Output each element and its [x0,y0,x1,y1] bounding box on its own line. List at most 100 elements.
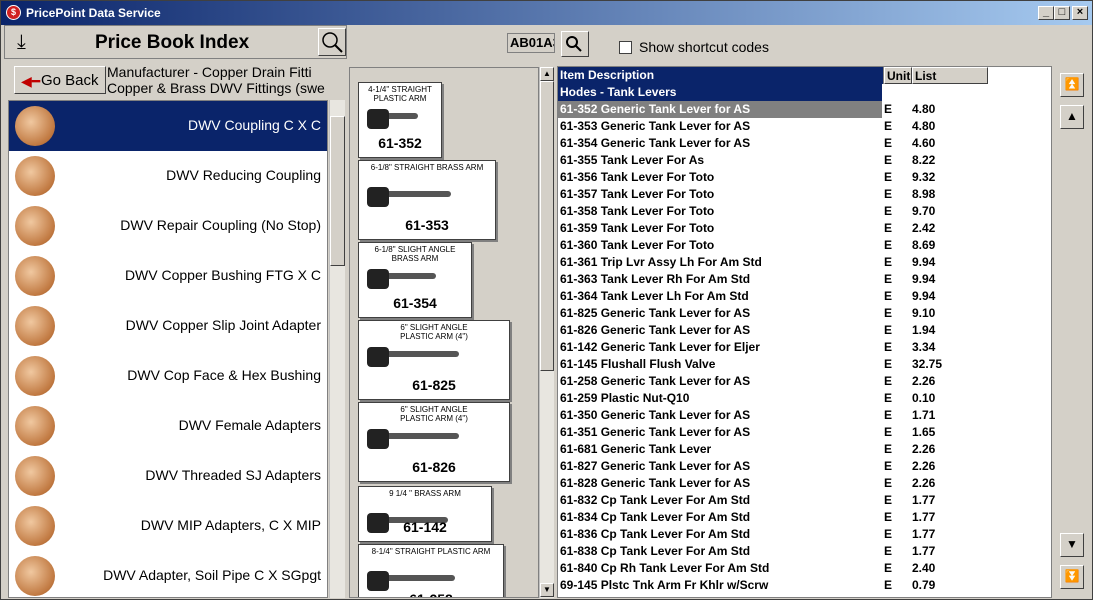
item-description: 61-356 Tank Lever For Toto [560,170,715,184]
item-list-price: 2.26 [912,374,936,388]
search-button[interactable] [561,31,589,57]
item-list-price: 2.26 [912,476,936,490]
item-list-price: 0.10 [912,391,936,405]
show-shortcut-checkbox[interactable] [619,41,632,54]
close-button[interactable]: × [1072,6,1088,20]
tank-lever-image[interactable]: 6-1/8" STRAIGHT BRASS ARM 61-353 [358,160,496,240]
category-item[interactable]: DWV Reducing Coupling [9,151,327,201]
category-scroll-thumb[interactable] [330,116,345,266]
image-scroll-down-arrow[interactable]: ▼ [540,583,554,597]
category-item[interactable]: DWV Copper Bushing FTG X C [9,251,327,301]
category-scrollbar[interactable] [329,100,345,598]
table-row[interactable]: 61-355 Tank Lever For As E 8.22 [558,152,1051,169]
maximize-button[interactable]: □ [1054,6,1070,20]
lever-handle-graphic [367,187,389,207]
table-row[interactable]: 69-145 Plstc Tnk Arm Fr Khlr w/Scrw E 0.79 [558,577,1051,594]
table-row[interactable]: 61-825 Generic Tank Lever for AS E 9.10 [558,305,1051,322]
table-row[interactable]: 61-354 Generic Tank Lever for AS E 4.60 [558,135,1051,152]
table-row[interactable]: 61-350 Generic Tank Lever for AS E 1.71 [558,407,1051,424]
category-item[interactable]: DWV Threaded SJ Adapters [9,451,327,501]
table-row[interactable]: 61-351 Generic Tank Lever for AS E 1.65 [558,424,1051,441]
table-row[interactable]: 61-145 Flushall Flush Valve E 32.75 [558,356,1051,373]
fitting-thumbnail [15,156,55,196]
tank-lever-image[interactable]: 6" SLIGHT ANGLE PLASTIC ARM (4") 61-825 [358,320,510,400]
table-row[interactable]: 61-142 Generic Tank Lever for Eljer E 3.34 [558,339,1051,356]
tank-lever-image[interactable]: 8-1/4" STRAIGHT PLASTIC ARM 61-258 [358,544,504,597]
table-row[interactable]: 61-826 Generic Tank Lever for AS E 1.94 [558,322,1051,339]
item-description: 61-681 Generic Tank Lever [560,442,712,456]
table-row[interactable]: 61-259 Plastic Nut-Q10 E 0.10 [558,390,1051,407]
table-row[interactable]: 61-356 Tank Lever For Toto E 9.32 [558,169,1051,186]
image-caption: 6-1/8" SLIGHT ANGLE BRASS ARM [374,245,456,263]
category-item[interactable]: DWV Female Adapters [9,401,327,451]
table-row[interactable]: 61-364 Tank Lever Lh For Am Std E 9.94 [558,288,1051,305]
table-row[interactable]: 61-681 Generic Tank Lever E 2.26 [558,441,1051,458]
category-item[interactable]: DWV Cop Face & Hex Bushing [9,351,327,401]
last-page-button[interactable]: ⏬ [1060,565,1084,589]
first-page-button[interactable]: ⏫ [1060,73,1084,97]
table-row[interactable]: 61-834 Cp Tank Lever For Am Std E 1.77 [558,509,1051,526]
item-unit: E [884,374,893,388]
minimize-button[interactable]: _ [1038,6,1054,20]
lever-handle-graphic [367,571,389,591]
table-row[interactable]: 61-353 Generic Tank Lever for AS E 4.80 [558,118,1051,135]
tank-lever-image[interactable]: 9 1/4 " BRASS ARM 61-142 [358,486,492,542]
zoom-button[interactable] [318,28,346,56]
image-scroll-thumb[interactable] [540,81,554,371]
part-number: 61-826 [412,459,456,475]
tank-lever-image[interactable]: 6-1/8" SLIGHT ANGLE BRASS ARM 61-354 [358,242,472,318]
image-scrollbar[interactable]: ▲ ▼ [539,67,554,598]
table-row[interactable]: 61-838 Cp Tank Lever For Am Std E 1.77 [558,543,1051,560]
item-unit: E [884,102,893,116]
item-unit: E [884,255,893,269]
category-item[interactable]: DWV Copper Slip Joint Adapter [9,301,327,351]
category-item[interactable]: DWV Coupling C X C [9,101,327,151]
tank-lever-image[interactable]: 6" SLIGHT ANGLE PLASTIC ARM (4") 61-826 [358,402,510,482]
title-bar: $ PricePoint Data Service _ □ × [1,1,1092,25]
item-list-price: 2.26 [912,459,936,473]
part-number: 61-825 [412,377,456,393]
item-list-price: 1.94 [912,323,936,337]
tank-lever-image[interactable]: 4-1/4" STRAIGHT PLASTIC ARM 61-352 [358,82,442,158]
column-header-unit[interactable]: Unit [884,67,912,84]
column-header-description[interactable]: Item Description [558,67,884,84]
item-description: 61-828 Generic Tank Lever for AS [560,476,751,490]
item-unit: E [884,476,893,490]
down-arrow-icon[interactable]: ⤓ [17,31,26,54]
column-header-list[interactable]: List [912,67,988,84]
table-row[interactable]: 61-359 Tank Lever For Toto E 2.42 [558,220,1051,237]
item-description: 61-840 Cp Rh Tank Lever For Am Std [560,561,770,575]
item-unit: E [884,170,893,184]
table-row[interactable]: 61-828 Generic Tank Lever for AS E 2.26 [558,475,1051,492]
go-back-button[interactable]: ◀━ Go Back [14,66,106,94]
image-scroll-up-arrow[interactable]: ▲ [540,67,554,81]
table-row[interactable]: 61-361 Trip Lvr Assy Lh For Am Std E 9.94 [558,254,1051,271]
item-unit: E [884,136,893,150]
image-caption: 4-1/4" STRAIGHT PLASTIC ARM [368,85,432,103]
table-row[interactable]: 61-836 Cp Tank Lever For Am Std E 1.77 [558,526,1051,543]
table-row[interactable]: 61-352 Generic Tank Lever for AS E 4.80 [558,101,1051,118]
item-description: 61-355 Tank Lever For As [560,153,705,167]
item-unit: E [884,153,893,167]
table-row[interactable]: 61-258 Generic Tank Lever for AS E 2.26 [558,373,1051,390]
category-item[interactable]: DWV Repair Coupling (No Stop) [9,201,327,251]
category-label: DWV Copper Slip Joint Adapter [125,317,321,333]
lever-handle-graphic [367,269,389,289]
price-list-pane: Show shortcut codes Item Description Uni… [555,25,1091,598]
app-window: $ PricePoint Data Service _ □ × ⤓ Price … [0,0,1093,600]
page-down-button[interactable]: ▼ [1060,533,1084,557]
table-row[interactable]: 61-840 Cp Rh Tank Lever For Am Std E 2.40 [558,560,1051,577]
category-item[interactable]: DWV MIP Adapters, C X MIP [9,501,327,551]
table-row[interactable]: 61-357 Tank Lever For Toto E 8.98 [558,186,1051,203]
table-row[interactable]: 61-832 Cp Tank Lever For Am Std E 1.77 [558,492,1051,509]
table-row[interactable]: 61-358 Tank Lever For Toto E 9.70 [558,203,1051,220]
table-row[interactable]: 61-360 Tank Lever For Toto E 8.69 [558,237,1051,254]
page-up-button[interactable]: ▲ [1060,105,1084,129]
part-number: 61-353 [405,217,449,233]
item-description: 61-142 Generic Tank Lever for Eljer [560,340,760,354]
item-list-price: 2.40 [912,561,936,575]
category-item[interactable]: DWV Adapter, Soil Pipe C X SGpgt [9,551,327,597]
item-description: 61-352 Generic Tank Lever for AS [558,101,882,118]
table-row[interactable]: 61-363 Tank Lever Rh For Am Std E 9.94 [558,271,1051,288]
table-row[interactable]: 61-827 Generic Tank Lever for AS E 2.26 [558,458,1051,475]
